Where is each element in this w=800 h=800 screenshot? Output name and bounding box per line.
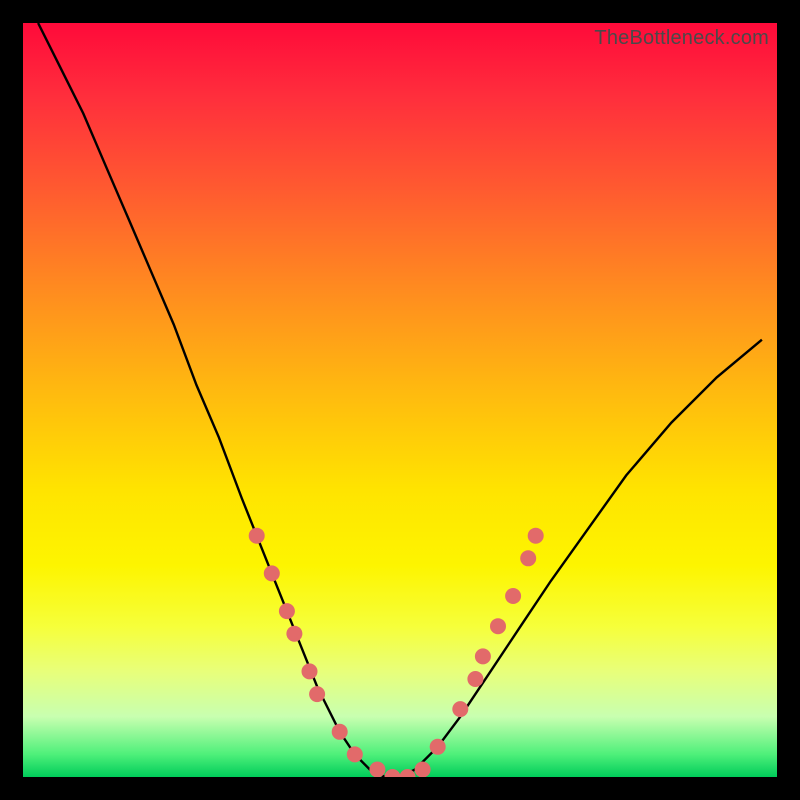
marker-point: [467, 671, 483, 687]
marker-point: [309, 686, 325, 702]
marker-point: [520, 550, 536, 566]
marker-point: [369, 762, 385, 778]
marker-point: [279, 603, 295, 619]
curve-overlay: [23, 23, 777, 777]
marker-point: [430, 739, 446, 755]
marker-point: [249, 528, 265, 544]
marker-point: [490, 618, 506, 634]
marker-point: [452, 701, 468, 717]
bottleneck-curve: [38, 23, 762, 777]
marker-point: [347, 746, 363, 762]
marker-point: [286, 626, 302, 642]
marker-point: [505, 588, 521, 604]
marker-point: [264, 565, 280, 581]
marker-point: [415, 762, 431, 778]
plot-area: TheBottleneck.com: [23, 23, 777, 777]
marker-point: [302, 663, 318, 679]
marker-point: [385, 769, 401, 777]
chart-frame: TheBottleneck.com: [0, 0, 800, 800]
marker-point: [475, 648, 491, 664]
highlight-markers: [249, 528, 544, 777]
watermark-text: TheBottleneck.com: [594, 27, 769, 50]
marker-point: [332, 724, 348, 740]
marker-point: [528, 528, 544, 544]
